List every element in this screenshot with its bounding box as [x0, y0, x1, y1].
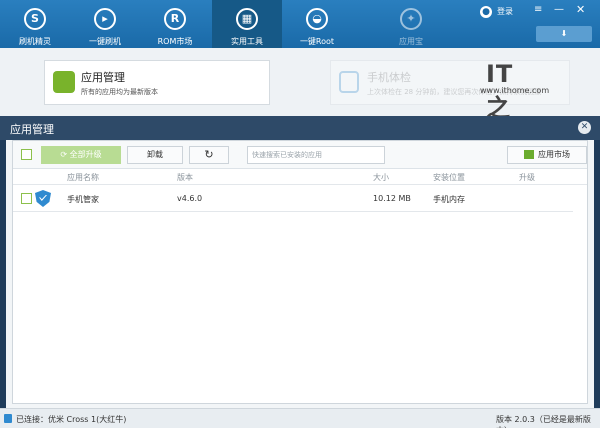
- shield-icon: S: [24, 8, 46, 30]
- nav-item-label: 应用宝: [399, 37, 423, 46]
- minimize-icon[interactable]: —: [554, 4, 564, 15]
- version-status: 版本 2.0.3（已经是最新版本）: [496, 415, 591, 428]
- user-icon[interactable]: ●: [480, 6, 492, 18]
- app-name: 手机管家: [67, 195, 99, 204]
- phone-icon: [4, 414, 12, 423]
- column-header-size: 大小: [373, 173, 389, 182]
- status-bar: 已连接：优米 Cross 1(大红牛) 版本 2.0.3（已经是最新版本）: [0, 408, 600, 428]
- card-title: 应用管理: [81, 71, 125, 84]
- nav-item-tools[interactable]: ▦ 实用工具: [212, 0, 282, 48]
- app-version: v4.6.0: [177, 194, 203, 203]
- column-header-location: 安装位置: [433, 173, 465, 182]
- column-header-name: 应用名称: [67, 173, 99, 182]
- rom-icon: R: [164, 8, 186, 30]
- download-button[interactable]: ⬇: [536, 26, 592, 42]
- nav-item-label: ROM市场: [157, 37, 193, 46]
- grid-icon: ▦: [236, 8, 258, 30]
- phone-manager-icon: [35, 190, 51, 207]
- upgrade-all-label: 全部升级: [69, 150, 102, 159]
- toolbar: ⟳ 全部升级 卸载 ↻ 快速搜索已安装的应用 应用市场: [13, 141, 587, 169]
- close-icon[interactable]: ✕: [578, 121, 591, 134]
- nav-item-label: 实用工具: [231, 37, 263, 46]
- uninstall-button[interactable]: 卸载: [127, 146, 183, 164]
- download-icon: ⬇: [560, 29, 568, 38]
- refresh-button[interactable]: ↻: [189, 146, 229, 164]
- dialog-header: 应用管理 ✕: [0, 116, 600, 140]
- nav-item-app-store[interactable]: ✦ 应用宝: [376, 0, 446, 48]
- card-subtitle: 所有的应用均为最新版本: [81, 88, 158, 96]
- scrollbar[interactable]: [578, 185, 586, 403]
- upgrade-all-button[interactable]: ⟳ 全部升级: [41, 146, 121, 164]
- search-input[interactable]: 快速搜索已安装的应用: [247, 146, 385, 164]
- table-header: 应用名称 版本 大小 安装位置 升级: [13, 169, 587, 185]
- android-icon: ◒: [306, 8, 328, 30]
- app-market-button[interactable]: 应用市场: [507, 146, 587, 164]
- nav-item-flash-wizard[interactable]: S 刷机精灵: [0, 0, 70, 48]
- login-link[interactable]: 登录: [497, 6, 513, 17]
- nav-item-one-click-root[interactable]: ◒ 一键Root: [282, 0, 352, 48]
- app-list-panel: ⟳ 全部升级 卸载 ↻ 快速搜索已安装的应用 应用市场 应用名称 版本 大小 安…: [12, 140, 588, 404]
- dialog-title: 应用管理: [10, 123, 54, 136]
- nav-item-label: 一键刷机: [89, 37, 121, 46]
- top-navigation-bar: S 刷机精灵 ▸ 一键刷机 R ROM市场 ▦ 实用工具 ◒ 一键Root ✦ …: [0, 0, 600, 48]
- app-management-card[interactable]: 应用管理 所有的应用均为最新版本: [44, 60, 270, 105]
- column-header-upgrade: 升级: [519, 173, 535, 182]
- dialog-body: ⟳ 全部升级 卸载 ↻ 快速搜索已安装的应用 应用市场 应用名称 版本 大小 安…: [6, 140, 594, 408]
- puzzle-icon: [53, 71, 75, 93]
- refresh-icon: ↻: [204, 148, 214, 161]
- market-icon: [524, 150, 534, 159]
- shield-check-icon: [339, 71, 359, 93]
- select-all-checkbox[interactable]: [21, 149, 32, 160]
- app-store-icon: ✦: [400, 8, 422, 30]
- app-location: 手机内存: [433, 195, 465, 204]
- tools-banner: 应用管理 所有的应用均为最新版本 手机体检 上次体检在 28 分钟前，建议您再次…: [0, 48, 600, 157]
- app-size: 10.12 MB: [373, 194, 411, 203]
- cursor-icon: ▸: [94, 8, 116, 30]
- menu-icon[interactable]: ≡: [534, 4, 542, 15]
- phone-checkup-card[interactable]: 手机体检 上次体检在 28 分钟前，建议您再次体检，保持系统健康: [330, 60, 570, 105]
- connection-status: 已连接：优米 Cross 1(大红牛): [16, 415, 127, 424]
- nav-item-label: 一键Root: [299, 37, 335, 46]
- watermark-url: www.ithome.com: [480, 86, 550, 95]
- table-row[interactable]: 手机管家 v4.6.0 10.12 MB 手机内存: [13, 186, 573, 212]
- close-icon[interactable]: ✕: [576, 3, 585, 16]
- app-market-label: 应用市场: [538, 150, 570, 159]
- nav-item-rom-market[interactable]: R ROM市场: [140, 0, 210, 48]
- nav-item-one-click-flash[interactable]: ▸ 一键刷机: [70, 0, 140, 48]
- card-title: 手机体检: [367, 71, 411, 84]
- column-header-version: 版本: [177, 173, 193, 182]
- row-checkbox[interactable]: [21, 193, 32, 204]
- upgrade-icon: ⟳: [60, 150, 70, 159]
- nav-item-label: 刷机精灵: [19, 37, 51, 46]
